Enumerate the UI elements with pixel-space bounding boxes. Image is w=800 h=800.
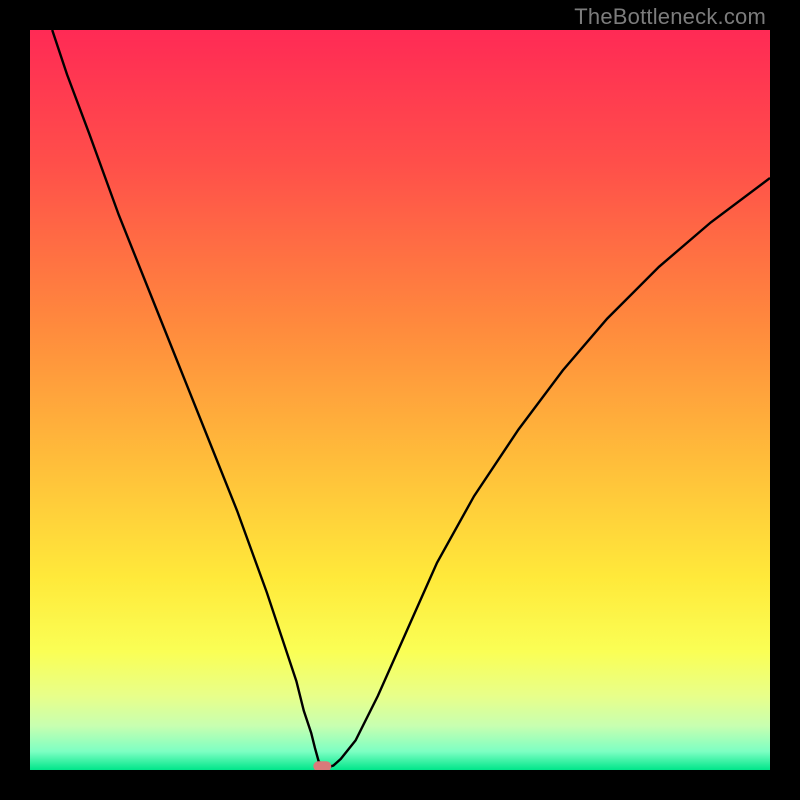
chart-frame bbox=[0, 0, 800, 800]
chart-plot-area bbox=[30, 30, 770, 770]
watermark-text: TheBottleneck.com bbox=[574, 4, 766, 30]
minimum-marker bbox=[313, 761, 331, 770]
chart-background bbox=[30, 30, 770, 770]
chart-svg bbox=[30, 30, 770, 770]
